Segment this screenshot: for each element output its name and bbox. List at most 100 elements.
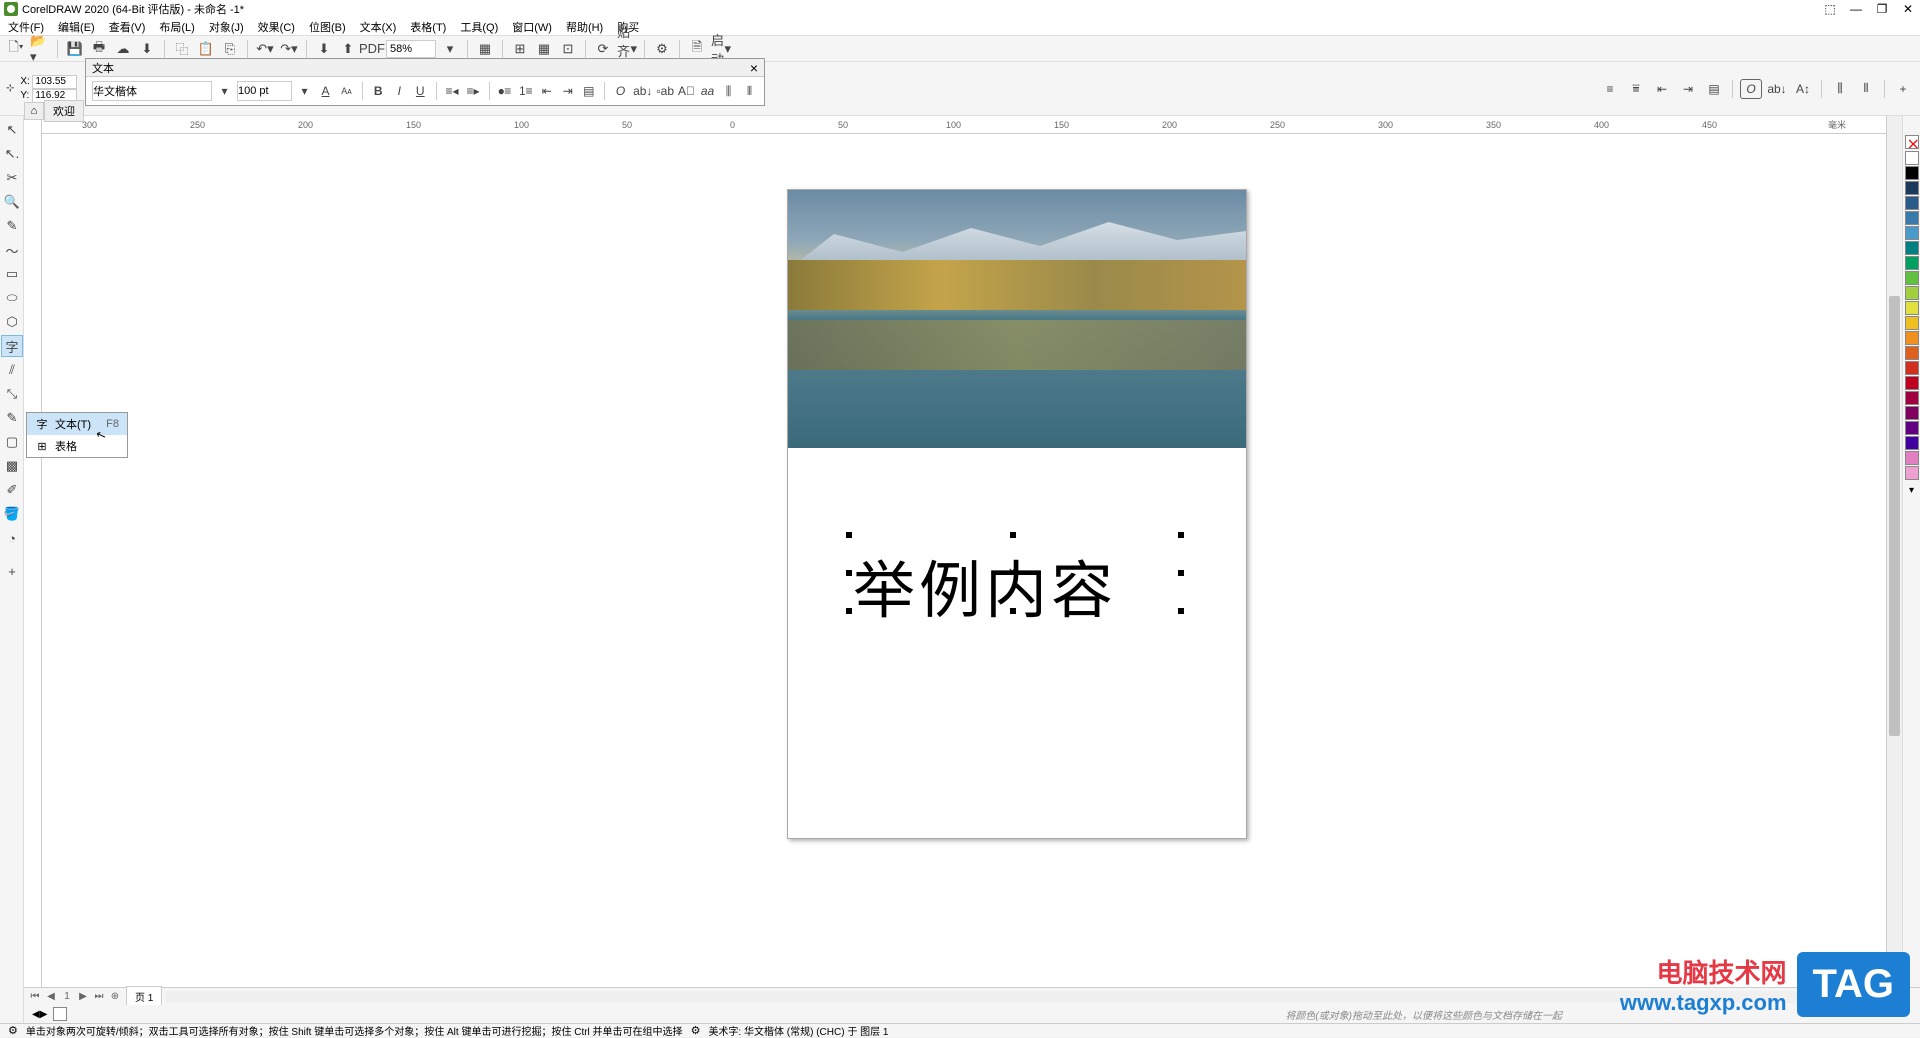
outline-tool[interactable]: ◔ <box>1 527 23 549</box>
rectangle-tool[interactable]: ▭ <box>1 263 23 285</box>
color-swatch[interactable] <box>1905 331 1919 345</box>
selection-handle[interactable] <box>1178 532 1184 538</box>
color-swatch[interactable] <box>1905 436 1919 450</box>
color-swatch[interactable] <box>1905 466 1919 480</box>
font-size-select[interactable] <box>237 81 292 101</box>
grid-icon[interactable]: ⊞ <box>510 39 530 59</box>
ab-box-icon[interactable]: ▫ab <box>656 81 674 101</box>
vertical-scrollbar[interactable] <box>1886 116 1902 1033</box>
menu-window[interactable]: 窗口(W) <box>512 19 552 35</box>
menu-view[interactable]: 查看(V) <box>109 19 146 35</box>
underline-icon[interactable]: U <box>412 81 429 101</box>
text-docker-header[interactable]: 文本 × <box>86 59 764 77</box>
outdent-icon[interactable]: ⇥ <box>1677 79 1699 99</box>
color-swatch[interactable] <box>1905 241 1919 255</box>
nav-left-icon[interactable]: ◀ <box>32 1009 40 1020</box>
selection-handle[interactable] <box>846 532 852 538</box>
canvas-viewport[interactable]: 举例内容 ✕ <box>42 134 1886 1033</box>
transparency-tool[interactable]: ▩ <box>1 455 23 477</box>
minimize-button[interactable]: — <box>1848 2 1864 16</box>
prev-page-icon[interactable]: ◀ <box>44 991 58 1002</box>
crop-tool[interactable]: ✂ <box>1 167 23 189</box>
align-icon[interactable]: ▤ <box>1703 79 1725 99</box>
aa-icon[interactable]: aa <box>699 81 716 101</box>
indent-left-icon[interactable]: ⇤ <box>538 81 555 101</box>
color-swatch[interactable] <box>1905 346 1919 360</box>
launch-button[interactable]: 启动▾ <box>711 39 731 59</box>
selection-handle[interactable] <box>1010 532 1016 538</box>
font-a-icon[interactable]: A↕ <box>1792 79 1814 99</box>
selection-handle[interactable] <box>1178 570 1184 576</box>
align-right-icon[interactable]: ≡▸ <box>465 81 482 101</box>
next-page-icon[interactable]: ▶ <box>76 991 90 1002</box>
bold-icon[interactable]: B <box>370 81 387 101</box>
freehand-tool[interactable]: ✎ <box>1 215 23 237</box>
color-swatch[interactable] <box>1905 196 1919 210</box>
parallel-tool[interactable]: ⫽ <box>1 359 23 381</box>
color-swatch[interactable] <box>1905 211 1919 225</box>
options-icon[interactable]: ⚙ <box>652 39 672 59</box>
nav-right-icon[interactable]: ▶ <box>40 1009 48 1020</box>
pick-tool[interactable]: ↖ <box>1 119 23 141</box>
add-tool[interactable]: + <box>1 560 23 582</box>
selection-handle[interactable] <box>846 608 852 614</box>
color-swatch[interactable] <box>1905 256 1919 270</box>
o-style-icon[interactable]: O <box>612 81 629 101</box>
menu-text[interactable]: 文本(X) <box>360 19 397 35</box>
align-left-icon[interactable]: ≡◂ <box>444 81 461 101</box>
artistic-tool[interactable]: 〜 <box>1 239 23 261</box>
menu-table[interactable]: 表格(T) <box>410 19 446 35</box>
text-block-icon[interactable]: ▤ <box>580 81 597 101</box>
new-icon[interactable]: 🗋▾ <box>6 39 26 59</box>
a-slash-icon[interactable]: A⃥ <box>678 81 695 101</box>
shape-tool[interactable]: ↖. <box>1 143 23 165</box>
close-button[interactable]: ✕ <box>1900 2 1916 16</box>
color-swatch[interactable] <box>1905 226 1919 240</box>
menu-bitmaps[interactable]: 位图(B) <box>309 19 346 35</box>
color-swatch[interactable] <box>1905 376 1919 390</box>
small-caps-icon[interactable]: Aᴀ <box>338 81 355 101</box>
home-icon[interactable]: ⌂ <box>24 102 44 120</box>
snap-button[interactable]: 贴齐(I)▾ <box>617 39 637 59</box>
polygon-tool[interactable]: ⬡ <box>1 311 23 333</box>
flyout-text-tool[interactable]: 字 文本(T) F8 <box>27 413 127 435</box>
doc-color-swatch[interactable] <box>53 1007 67 1021</box>
circle-o-icon[interactable]: O <box>1740 79 1762 99</box>
menu-tools[interactable]: 工具(Q) <box>460 19 498 35</box>
menu-object[interactable]: 对象(J) <box>209 19 244 35</box>
refresh-icon[interactable]: ⟳ <box>593 39 613 59</box>
scrollbar-thumb[interactable] <box>1889 296 1900 736</box>
connector-tool[interactable]: ⤡ <box>1 383 23 405</box>
x-input[interactable] <box>32 75 77 89</box>
color-swatch[interactable] <box>1905 406 1919 420</box>
zoom-input[interactable] <box>386 40 436 58</box>
gear-icon-2[interactable]: ⚙ <box>691 1024 701 1037</box>
cols-icon[interactable]: ⦀ <box>741 81 758 101</box>
indent-right-icon[interactable]: ⇥ <box>559 81 576 101</box>
undo-icon[interactable]: ↶▾ <box>255 39 275 59</box>
color-swatch[interactable] <box>1905 271 1919 285</box>
dropper-tool[interactable]: ✎ <box>1 407 23 429</box>
color-swatch[interactable] <box>1905 451 1919 465</box>
print-icon[interactable]: 🖶 <box>89 39 109 59</box>
fullscreen-icon[interactable]: ▦ <box>475 39 495 59</box>
numlist-icon[interactable]: ⩸ <box>1625 79 1647 99</box>
paste-icon[interactable]: 📋 <box>196 39 216 59</box>
open-icon[interactable]: 📂▾ <box>30 39 50 59</box>
font-family-select[interactable] <box>92 81 212 101</box>
color-swatch[interactable] <box>1905 181 1919 195</box>
color-swatch[interactable] <box>1905 361 1919 375</box>
color-swatch[interactable] <box>1905 286 1919 300</box>
page-tab[interactable]: 页 1 <box>126 986 162 1007</box>
menu-effects[interactable]: 效果(C) <box>258 19 295 35</box>
zoom-dropdown-icon[interactable]: ▾ <box>440 39 460 59</box>
eyedropper-tool[interactable]: ✐ <box>1 479 23 501</box>
ellipse-tool[interactable]: ⬭ <box>1 287 23 309</box>
launch-doc-icon[interactable]: 🗎 <box>687 39 707 59</box>
text-tool[interactable]: 字 <box>1 335 23 357</box>
color-swatch[interactable] <box>1905 316 1919 330</box>
menu-help[interactable]: 帮助(H) <box>566 19 603 35</box>
list-icon[interactable]: ≡ <box>1599 79 1621 99</box>
vert-text-icon[interactable]: ⫼ <box>720 81 737 101</box>
menu-layout[interactable]: 布局(L) <box>159 19 194 35</box>
